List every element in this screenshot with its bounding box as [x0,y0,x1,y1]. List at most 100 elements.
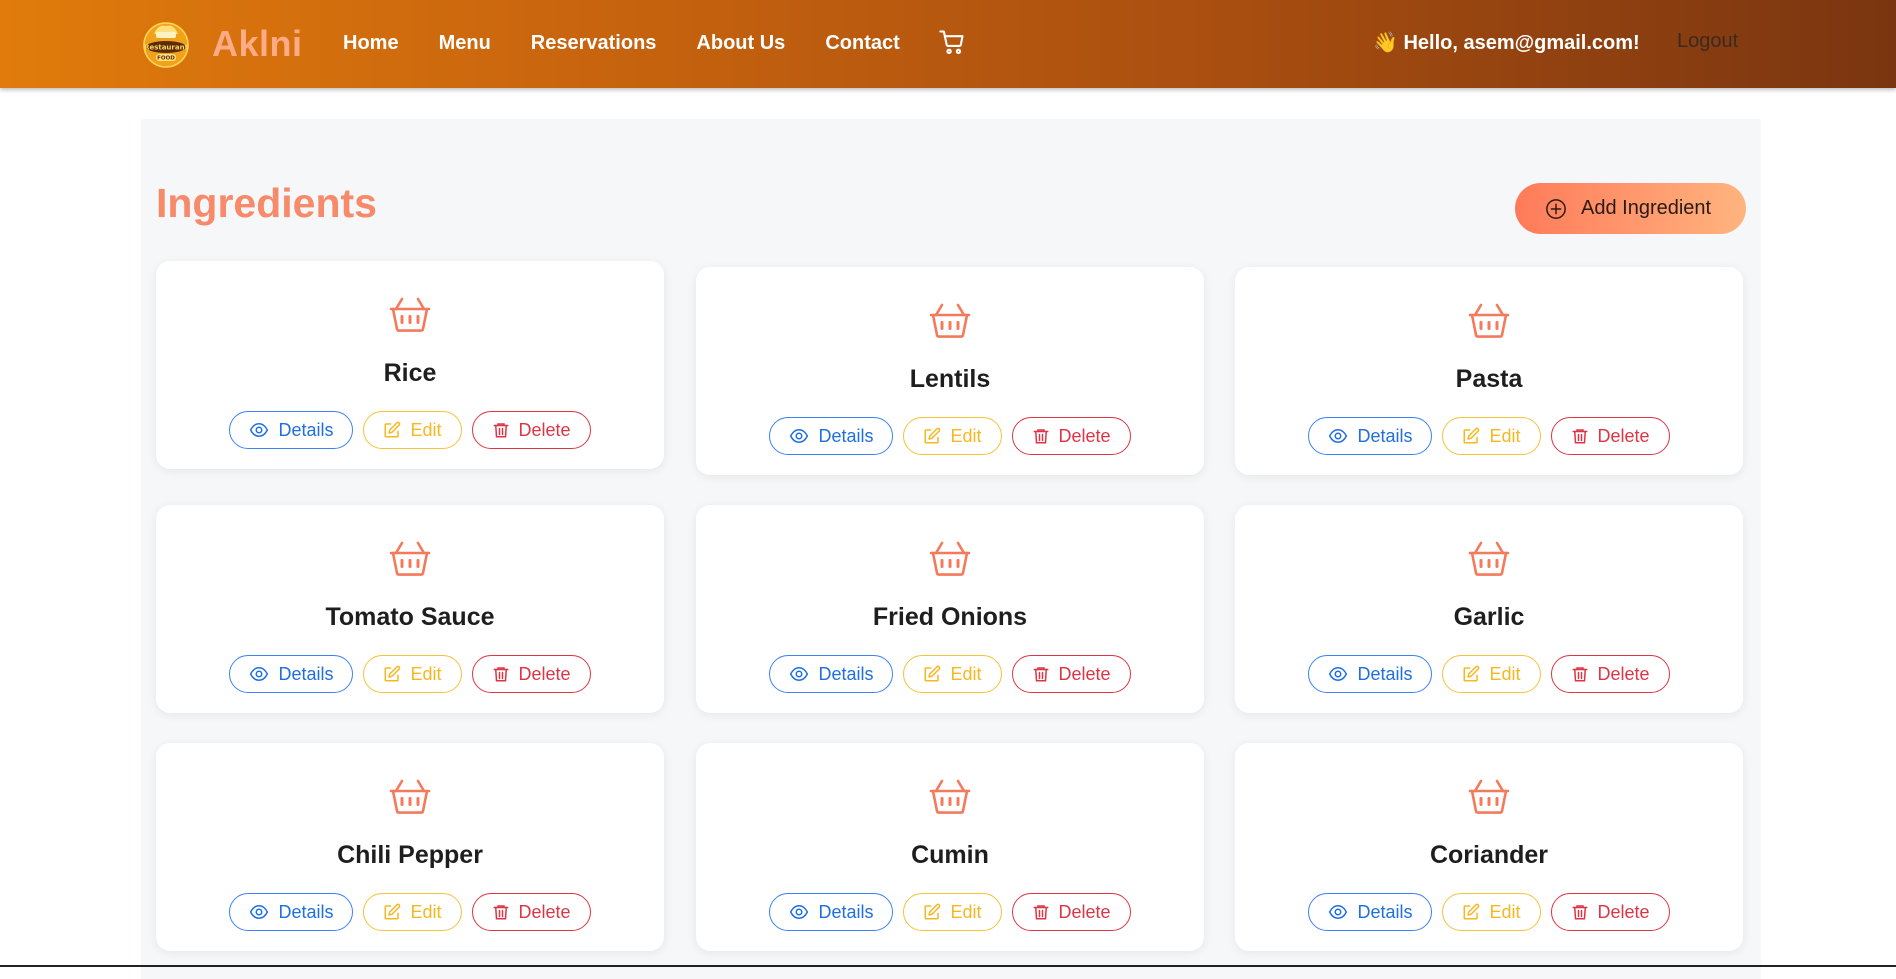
delete-button[interactable]: Delete [1550,893,1670,931]
details-button[interactable]: Details [1308,417,1433,455]
card-actions: Details Edit Delete [696,893,1204,931]
basket-icon [929,779,971,814]
ingredient-name: Lentils [909,365,991,393]
edit-icon [1463,903,1480,920]
details-button[interactable]: Details [229,893,354,931]
ingredient-card: Lentils Details Edit Delete [696,267,1204,475]
basket-icon [389,779,431,814]
details-label: Details [818,663,874,684]
delete-button[interactable]: Delete [1550,417,1670,455]
ingredient-name: Chili Pepper [337,841,483,869]
ingredient-card: Cumin Details Edit Delete [696,743,1204,951]
cart-icon[interactable] [938,28,966,56]
nav-link-reservations[interactable]: Reservations [531,32,657,55]
ingredient-card: Coriander Details Edit Delete [1235,743,1743,951]
trash-icon [493,905,509,920]
delete-label: Delete [1058,901,1111,922]
delete-button[interactable]: Delete [1550,655,1670,693]
eye-icon [1329,428,1348,444]
ingredient-name: Fried Onions [872,603,1028,631]
trash-icon [493,423,509,438]
delete-label: Delete [518,901,571,922]
delete-label: Delete [518,419,571,440]
details-button[interactable]: Details [1308,655,1433,693]
delete-button[interactable]: Delete [1011,417,1131,455]
basket-icon [1468,303,1510,338]
ingredient-name: Cumin [911,841,989,869]
edit-label: Edit [410,901,442,922]
delete-button[interactable]: Delete [471,411,591,449]
edit-button[interactable]: Edit [363,411,462,449]
nav-link-about-us[interactable]: About Us [696,32,785,55]
brand[interactable]: Restaurant FOOD Aklni [140,18,303,70]
delete-label: Delete [518,663,571,684]
details-button[interactable]: Details [769,417,894,455]
edit-button[interactable]: Edit [903,417,1002,455]
edit-icon [384,903,401,920]
edit-label: Edit [950,425,982,446]
nav-link-contact[interactable]: Contact [825,32,899,55]
edit-icon [924,903,941,920]
nav-links: Home Menu Reservations About Us Contact [343,30,966,56]
edit-button[interactable]: Edit [903,655,1002,693]
edit-button[interactable]: Edit [363,893,462,931]
edit-icon [384,421,401,438]
navbar: Restaurant FOOD Aklni Home Menu Reservat… [0,0,1896,88]
card-actions: Details Edit Delete [1235,417,1743,455]
edit-button[interactable]: Edit [1442,417,1541,455]
ingredient-card: Rice Details Edit Delete [156,261,664,469]
basket-icon [389,297,431,332]
details-label: Details [1357,425,1413,446]
edit-icon [924,427,941,444]
details-button[interactable]: Details [229,411,354,449]
details-label: Details [1357,901,1413,922]
logout-link[interactable]: Logout [1677,30,1738,53]
card-actions: Details Edit Delete [156,893,664,931]
edit-label: Edit [950,663,982,684]
basket-icon [1468,779,1510,814]
nav-link-home[interactable]: Home [343,32,399,55]
add-ingredient-button[interactable]: Add Ingredient [1515,183,1746,234]
page-title: Ingredients [156,180,377,226]
ingredient-card: Tomato Sauce Details Edit Delete [156,505,664,713]
delete-button[interactable]: Delete [471,655,591,693]
delete-label: Delete [1058,425,1111,446]
edit-label: Edit [410,663,442,684]
details-button[interactable]: Details [769,893,894,931]
eye-icon [790,428,809,444]
eye-icon [790,904,809,920]
edit-button[interactable]: Edit [1442,893,1541,931]
edit-label: Edit [1489,425,1521,446]
ingredient-name: Pasta [1455,365,1523,393]
svg-text:FOOD: FOOD [157,56,175,62]
edit-button[interactable]: Edit [363,655,462,693]
restaurant-logo-icon: Restaurant FOOD [143,22,189,68]
edit-button[interactable]: Edit [903,893,1002,931]
details-label: Details [278,663,334,684]
details-button[interactable]: Details [769,655,894,693]
details-label: Details [818,425,874,446]
trash-icon [493,667,509,682]
card-actions: Details Edit Delete [1235,893,1743,931]
ingredient-card: Pasta Details Edit Delete [1235,267,1743,475]
card-actions: Details Edit Delete [1235,655,1743,693]
details-label: Details [1357,663,1413,684]
details-button[interactable]: Details [1308,893,1433,931]
details-label: Details [278,901,334,922]
details-label: Details [278,419,334,440]
ingredient-card: Garlic Details Edit Delete [1235,505,1743,713]
edit-button[interactable]: Edit [1442,655,1541,693]
ingredient-name: Tomato Sauce [325,603,495,631]
nav-link-menu[interactable]: Menu [439,32,491,55]
eye-icon [250,904,269,920]
ingredient-card: Chili Pepper Details Edit Delete [156,743,664,951]
edit-icon [384,665,401,682]
details-button[interactable]: Details [229,655,354,693]
brand-name[interactable]: Aklni [212,23,303,65]
eye-icon [1329,904,1348,920]
delete-label: Delete [1597,901,1650,922]
delete-button[interactable]: Delete [1011,893,1131,931]
card-actions: Details Edit Delete [156,655,664,693]
delete-button[interactable]: Delete [471,893,591,931]
delete-button[interactable]: Delete [1011,655,1131,693]
